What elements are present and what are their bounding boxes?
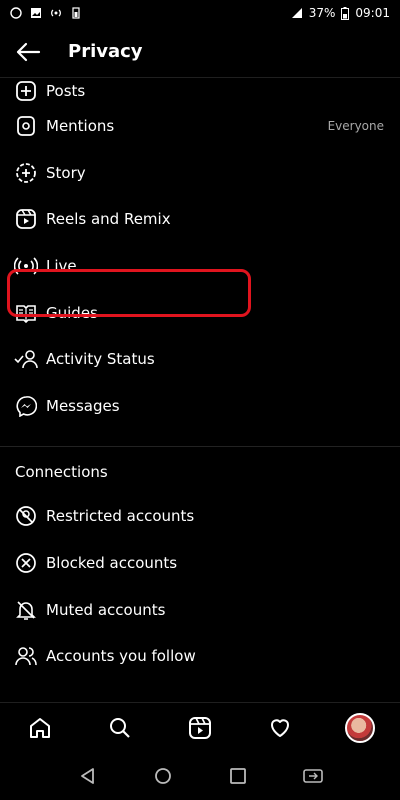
list-item-live[interactable]: Live — [0, 243, 400, 290]
system-recents-icon[interactable] — [218, 756, 258, 796]
muted-icon — [14, 598, 38, 622]
accounts-follow-icon — [14, 644, 38, 668]
list-item-label: Activity Status — [46, 350, 155, 369]
list-item-label: Story — [46, 163, 86, 182]
guides-icon — [14, 301, 38, 325]
reels-icon — [14, 207, 38, 231]
list-item-reels[interactable]: Reels and Remix — [0, 196, 400, 243]
messenger-icon — [14, 394, 38, 418]
whatsapp-icon — [10, 7, 22, 19]
profile-avatar[interactable] — [340, 708, 380, 748]
section-divider — [0, 429, 400, 448]
list-item-label: Messages — [46, 396, 120, 415]
header: Privacy — [0, 26, 400, 78]
mentions-value: Everyone — [327, 119, 384, 134]
signal-icon — [291, 7, 303, 19]
list-item-messages[interactable]: Messages — [0, 383, 400, 430]
list-item-guides[interactable]: Guides — [0, 289, 400, 336]
list-item-posts[interactable]: Posts — [0, 79, 400, 103]
list-item-label: Guides — [46, 303, 98, 322]
restricted-icon — [14, 504, 38, 528]
settings-list: Posts Mentions Everyone Story Reels and … — [0, 79, 400, 702]
list-item-label: Live — [46, 257, 77, 276]
avatar — [345, 712, 375, 743]
hotspot-icon — [50, 7, 62, 19]
blocked-icon — [14, 551, 38, 575]
story-add-icon — [14, 161, 38, 185]
clock: 09:01 — [355, 6, 390, 20]
list-item-label: Reels and Remix — [46, 210, 171, 229]
image-icon — [30, 7, 42, 19]
system-nav — [0, 752, 400, 800]
list-item-label: Blocked accounts — [46, 554, 178, 573]
status-bar: 37% 09:01 — [0, 0, 400, 26]
system-back-icon[interactable] — [68, 756, 108, 796]
connections-section-title: Connections — [15, 463, 108, 482]
system-home-icon[interactable] — [143, 756, 183, 796]
battery-saver-icon — [70, 7, 82, 19]
at-icon — [14, 114, 38, 138]
list-item-label: Mentions — [46, 117, 115, 136]
battery-level: 37% — [308, 6, 336, 20]
heart-icon[interactable] — [260, 708, 300, 748]
list-item-label: Muted accounts — [46, 600, 166, 619]
list-item-accounts-follow[interactable]: Accounts you follow — [0, 633, 400, 680]
list-item-label: Accounts you follow — [46, 647, 196, 666]
list-item-label: Restricted accounts — [46, 507, 195, 526]
list-item-restricted[interactable]: Restricted accounts — [0, 493, 400, 540]
home-icon[interactable] — [20, 708, 60, 748]
list-item-mentions[interactable]: Mentions Everyone — [0, 103, 400, 150]
live-icon — [14, 254, 38, 278]
page-title: Privacy — [68, 41, 143, 62]
back-arrow-icon[interactable] — [2, 26, 54, 78]
system-switch-icon[interactable] — [293, 756, 333, 796]
battery-icon — [341, 6, 350, 20]
list-item-blocked[interactable]: Blocked accounts — [0, 540, 400, 587]
list-item-label: Posts — [46, 82, 86, 100]
plus-square-icon — [14, 79, 38, 103]
list-item-story[interactable]: Story — [0, 150, 400, 197]
activity-status-icon — [14, 347, 38, 371]
list-item-activity-status[interactable]: Activity Status — [0, 336, 400, 383]
reels-nav-icon[interactable] — [180, 708, 220, 748]
list-item-muted[interactable]: Muted accounts — [0, 586, 400, 633]
search-icon[interactable] — [100, 708, 140, 748]
bottom-nav — [0, 702, 400, 752]
